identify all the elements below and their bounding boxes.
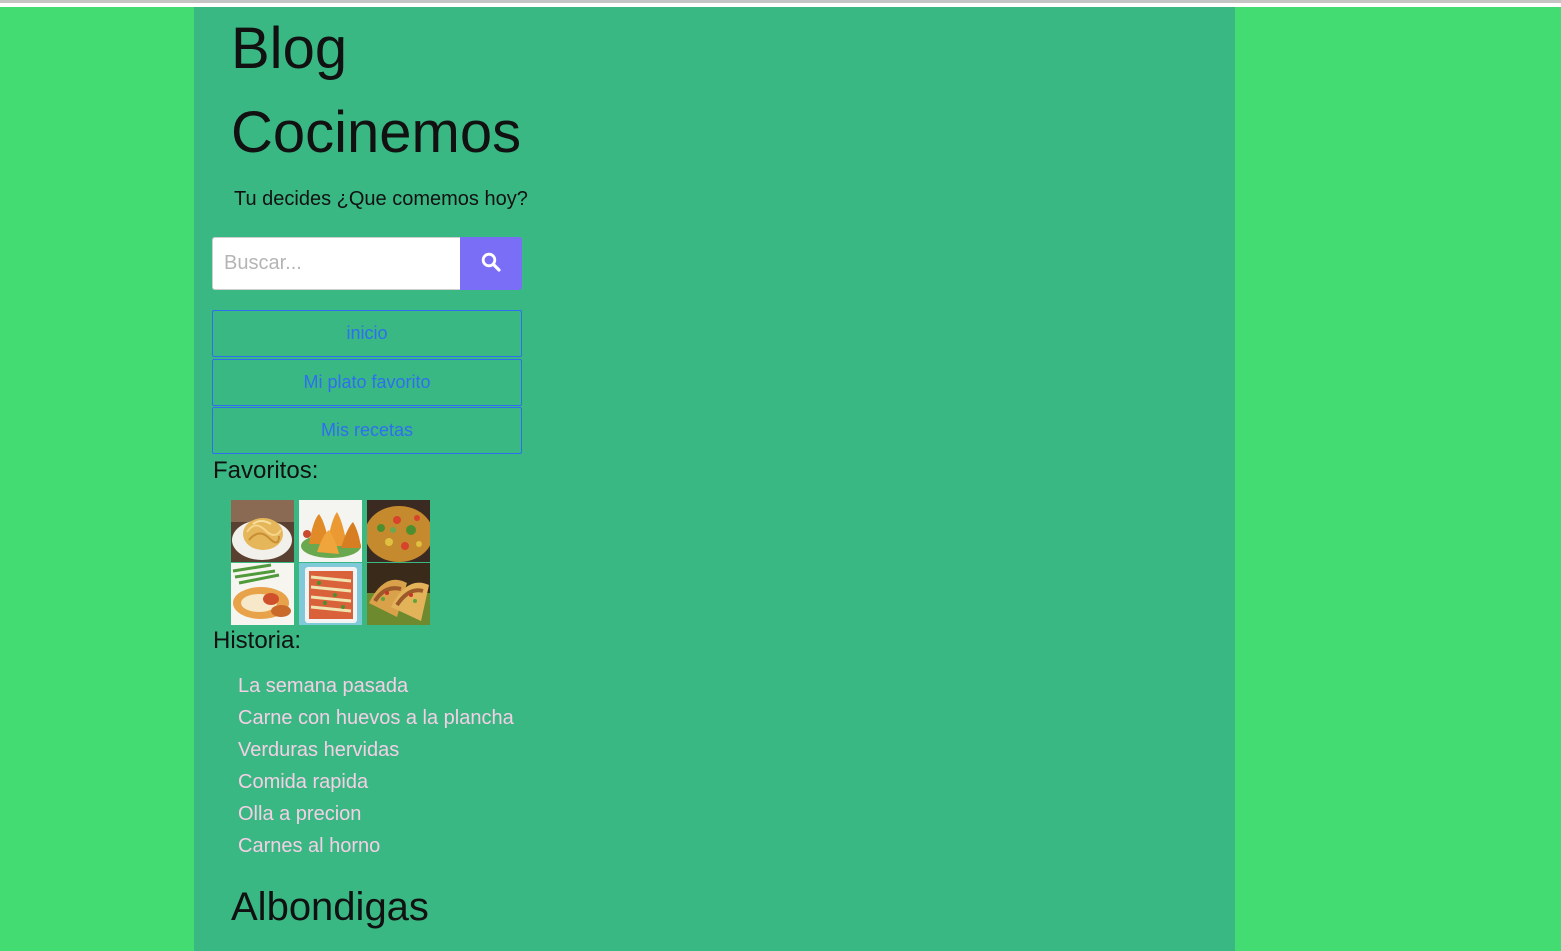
nav-inicio[interactable]: inicio: [212, 310, 522, 357]
browser-top-border: [0, 0, 1561, 7]
historia-heading: Historia:: [213, 627, 302, 654]
search-button[interactable]: [460, 237, 522, 290]
coxinha-image[interactable]: [299, 500, 362, 562]
tacos-image[interactable]: [367, 563, 430, 625]
historia-link-carnes-al-horno[interactable]: Carnes al horno: [238, 835, 380, 857]
historia-link-la-semana-pasada[interactable]: La semana pasada: [238, 675, 408, 697]
search-icon: [481, 252, 501, 275]
favoritos-gallery: [231, 500, 431, 625]
list-item: Carnes al horno: [238, 832, 514, 864]
tagline: Tu decides ¿Que comemos hoy?: [234, 188, 528, 210]
historia-link-verduras-hervidas[interactable]: Verduras hervidas: [238, 739, 399, 761]
nav-mis-recetas[interactable]: Mis recetas: [212, 407, 522, 454]
historia-link-carne-con-huevos[interactable]: Carne con huevos a la plancha: [238, 707, 514, 729]
main-container: Blog Cocinemos Tu decides ¿Que comemos h…: [194, 7, 1235, 951]
enchiladas-image[interactable]: [299, 563, 362, 625]
list-item: Olla a precion: [238, 800, 514, 832]
historia-link-olla-a-precion[interactable]: Olla a precion: [238, 803, 361, 825]
favoritos-heading: Favoritos:: [213, 457, 319, 484]
noodles-image[interactable]: [231, 500, 294, 562]
search-box: [212, 237, 522, 290]
list-item: La semana pasada: [238, 672, 514, 704]
nav-mi-plato-favorito[interactable]: Mi plato favorito: [212, 358, 522, 406]
post-title: Albondigas: [231, 885, 429, 929]
stuffed-chicken-image[interactable]: [231, 563, 294, 625]
list-item: Carne con huevos a la plancha: [238, 704, 514, 736]
site-title: Blog Cocinemos: [231, 16, 522, 165]
historia-link-comida-rapida[interactable]: Comida rapida: [238, 771, 368, 793]
main-nav: inicio Mi plato favorito Mis recetas: [212, 310, 522, 456]
paella-image[interactable]: [367, 500, 430, 562]
historia-list: La semana pasada Carne con huevos a la p…: [238, 672, 514, 864]
list-item: Comida rapida: [238, 768, 514, 800]
search-input[interactable]: [212, 237, 460, 290]
list-item: Verduras hervidas: [238, 736, 514, 768]
